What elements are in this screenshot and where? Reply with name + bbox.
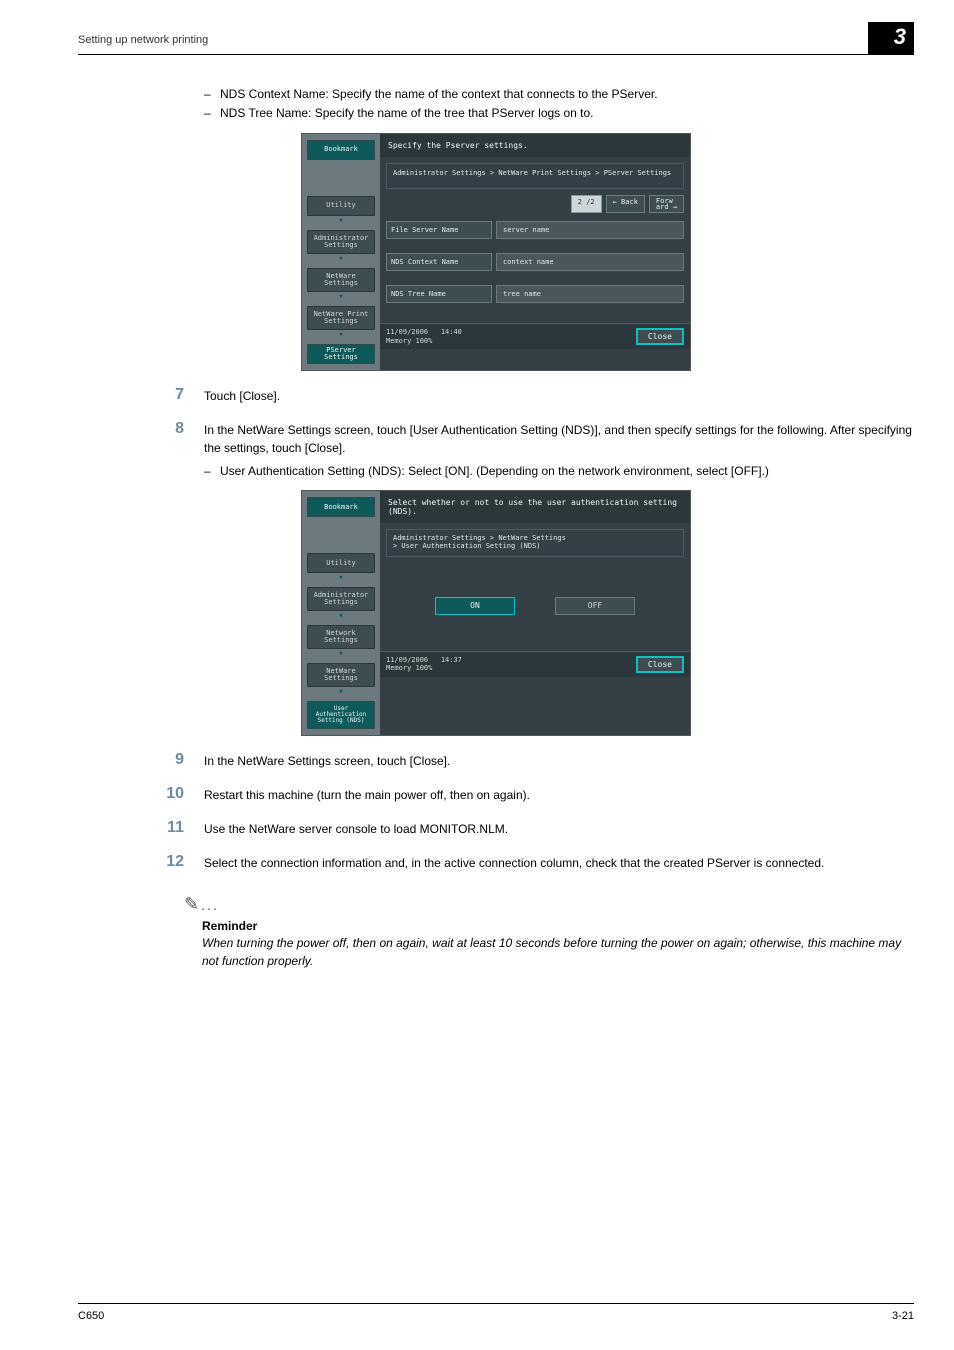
pager: 2 /2 ← Back Forw ard → (386, 195, 684, 214)
step-text: Select the connection information and, i… (204, 854, 914, 872)
bullet-nds-tree: –NDS Tree Name: Specify the name of the … (204, 105, 914, 122)
field-row-file-server: File Server Name server name (386, 221, 684, 239)
footer-status: 11/09/2006 14:40Memory 100% (386, 328, 462, 345)
forward-button[interactable]: Forw ard → (649, 195, 684, 214)
off-button[interactable]: OFF (555, 597, 635, 615)
sidebar-item-network-settings[interactable]: Network Settings (307, 625, 375, 649)
footer-status: 11/09/2006 14:37Memory 100% (386, 656, 462, 673)
fields: File Server Name server name NDS Context… (380, 213, 690, 323)
step-8-bullet: –User Authentication Setting (NDS): Sele… (204, 463, 914, 480)
back-button[interactable]: ← Back (606, 195, 645, 214)
arrow-down-icon: ▾ (338, 332, 343, 338)
sidebar-item-admin-settings[interactable]: Administrator Settings (307, 230, 375, 254)
bookmark-button[interactable]: Bookmark (307, 140, 375, 160)
screenshot-pserver-settings: Bookmark Utility ▾ Administrator Setting… (301, 133, 691, 371)
content: –NDS Context Name: Specify the name of t… (78, 86, 914, 970)
arrow-down-icon: ▾ (338, 575, 343, 581)
field-label[interactable]: File Server Name (386, 221, 492, 239)
sidebar: Bookmark Utility ▾ Administrator Setting… (302, 491, 380, 735)
rule-bottom (78, 1303, 914, 1304)
bullet-text: User Authentication Setting (NDS): Selec… (220, 463, 769, 480)
reminder-icon: ✎... (184, 894, 914, 915)
breadcrumb: Administrator Settings > NetWare Setting… (386, 529, 684, 556)
step-12: 12Select the connection information and,… (78, 854, 914, 872)
bookmark-button[interactable]: Bookmark (307, 497, 375, 517)
panel-title: Select whether or not to use the user au… (380, 491, 690, 523)
sidebar-item-pserver-settings[interactable]: PServer Settings (307, 344, 375, 364)
arrow-down-icon: ▾ (338, 218, 343, 224)
step-10: 10Restart this machine (turn the main po… (78, 786, 914, 804)
step-8: 8In the NetWare Settings screen, touch [… (78, 421, 914, 457)
on-button[interactable]: ON (435, 597, 515, 615)
reminder-text: When turning the power off, then on agai… (202, 935, 914, 970)
step-text: Touch [Close]. (204, 387, 914, 405)
arrow-down-icon: ▾ (338, 613, 343, 619)
panel-footer: 11/09/2006 14:40Memory 100% Close (380, 323, 690, 349)
field-value[interactable]: tree name (496, 285, 684, 303)
arrow-down-icon: ▾ (338, 294, 343, 300)
field-label[interactable]: NDS Context Name (386, 253, 492, 271)
panel-footer: 11/09/2006 14:37Memory 100% Close (380, 651, 690, 677)
close-button[interactable]: Close (636, 328, 684, 345)
field-value[interactable]: server name (496, 221, 684, 239)
chapter-number: 3 (894, 24, 906, 50)
sidebar: Bookmark Utility ▾ Administrator Setting… (302, 134, 380, 370)
sidebar-item-netware-settings[interactable]: NetWare Settings (307, 663, 375, 687)
reminder-block: ✎... Reminder When turning the power off… (184, 894, 914, 970)
step-7: 7Touch [Close]. (78, 387, 914, 405)
bullet-text: NDS Context Name: Specify the name of th… (220, 86, 658, 103)
sidebar-item-netware-settings[interactable]: NetWare Settings (307, 268, 375, 292)
arrow-down-icon: ▾ (338, 689, 343, 695)
sidebar-item-utility[interactable]: Utility (307, 553, 375, 573)
arrow-down-icon: ▾ (338, 256, 343, 262)
close-button[interactable]: Close (636, 656, 684, 673)
on-off-row: ON OFF (380, 597, 690, 615)
breadcrumb: Administrator Settings > NetWare Print S… (386, 163, 684, 189)
step-9: 9In the NetWare Settings screen, touch [… (78, 752, 914, 770)
step-11: 11Use the NetWare server console to load… (78, 820, 914, 838)
page-indicator: 2 /2 (571, 195, 602, 214)
sidebar-item-utility[interactable]: Utility (307, 196, 375, 216)
main-panel: Select whether or not to use the user au… (380, 491, 690, 735)
field-row-nds-tree: NDS Tree Name tree name (386, 285, 684, 303)
field-row-nds-context: NDS Context Name context name (386, 253, 684, 271)
step-text: In the NetWare Settings screen, touch [U… (204, 421, 914, 457)
screenshot-user-auth-nds: Bookmark Utility ▾ Administrator Setting… (301, 490, 691, 736)
footer-left: C650 (78, 1310, 104, 1322)
field-label[interactable]: NDS Tree Name (386, 285, 492, 303)
reminder-heading: Reminder (202, 919, 914, 933)
step-text: In the NetWare Settings screen, touch [C… (204, 752, 914, 770)
footer-right: 3-21 (892, 1310, 914, 1322)
field-value[interactable]: context name (496, 253, 684, 271)
arrow-down-icon: ▾ (338, 651, 343, 657)
sidebar-item-user-auth-nds[interactable]: User Authentication Setting (NDS) (307, 701, 375, 729)
bullet-nds-context: –NDS Context Name: Specify the name of t… (204, 86, 914, 103)
step-text: Use the NetWare server console to load M… (204, 820, 914, 838)
running-head: Setting up network printing (78, 34, 208, 46)
sidebar-item-netware-print[interactable]: NetWare Print Settings (307, 306, 375, 330)
step-text: Restart this machine (turn the main powe… (204, 786, 914, 804)
main-panel: Specify the Pserver settings. Administra… (380, 134, 690, 370)
chapter-box: 3 (868, 22, 914, 54)
bullet-text: NDS Tree Name: Specify the name of the t… (220, 105, 594, 122)
rule-top (78, 54, 914, 55)
page: Setting up network printing 3 –NDS Conte… (0, 0, 954, 1350)
sidebar-item-admin-settings[interactable]: Administrator Settings (307, 587, 375, 611)
panel-title: Specify the Pserver settings. (380, 134, 690, 157)
